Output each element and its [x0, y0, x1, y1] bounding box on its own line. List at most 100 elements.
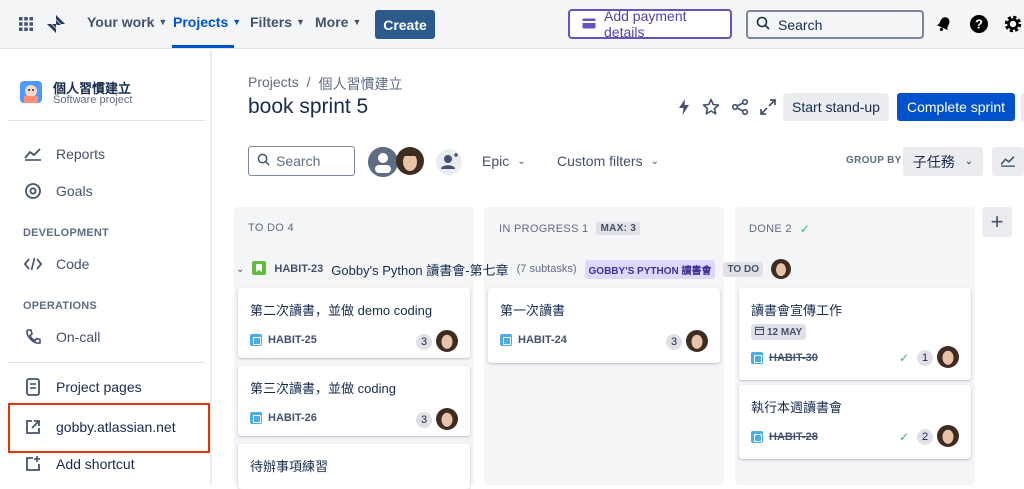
custom-filters-dropdown[interactable]: Custom filters ⌄: [557, 153, 659, 169]
avatar[interactable]: [937, 425, 959, 447]
due-date-text: 12 MAY: [767, 326, 803, 338]
chevron-down-icon: ⌄: [517, 155, 526, 167]
swimlane-header[interactable]: ⌄ HABIT-23 Gobby's Python 讀書會-第七章 (7 sub…: [236, 258, 791, 280]
issue-card[interactable]: 第二次讀書，並做 demo coding HABIT-25 3: [238, 288, 470, 358]
card-key: HABIT-25: [250, 334, 317, 346]
avatar: [770, 259, 791, 279]
card-title: 執行本週讀書會: [751, 400, 843, 415]
sidebar-divider: [8, 120, 205, 121]
column-header-todo: TO DO 4: [248, 222, 294, 234]
help-icon[interactable]: ?: [967, 12, 991, 36]
epic-filter-dropdown[interactable]: Epic ⌄: [482, 153, 526, 169]
sidebar-item-reports[interactable]: Reports: [24, 145, 105, 163]
avatar[interactable]: [436, 408, 458, 430]
project-type: Software project: [53, 94, 133, 106]
subtask-icon: [751, 431, 763, 443]
swimlane-key[interactable]: HABIT-23: [274, 263, 323, 275]
search-icon: [756, 16, 770, 33]
search-icon: [257, 153, 270, 169]
notifications-icon[interactable]: [932, 12, 956, 36]
sidebar-item-label: Add shortcut: [56, 456, 135, 472]
breadcrumb-project[interactable]: 個人習慣建立: [318, 74, 402, 94]
column-title: DONE 2: [749, 223, 792, 235]
story-points-badge: 2: [917, 429, 933, 445]
share-icon[interactable]: [730, 97, 750, 117]
jira-logo-icon[interactable]: [44, 12, 68, 36]
sidebar-item-add-shortcut[interactable]: Add shortcut: [24, 455, 135, 473]
column-header-done: DONE 2 ✓: [749, 222, 810, 236]
complete-sprint-button[interactable]: Complete sprint: [897, 93, 1015, 121]
global-search-placeholder: Search: [778, 16, 823, 33]
nav-projects[interactable]: Projects ▼: [173, 14, 241, 30]
subtask-icon: [250, 412, 262, 424]
avatar[interactable]: [436, 330, 458, 352]
fullscreen-icon[interactable]: [758, 97, 778, 117]
issue-card[interactable]: 讀書會宣傳工作 12 MAY HABIT-30 ✓ 1: [739, 288, 971, 380]
card-title: 第二次讀書，並做 demo coding: [250, 303, 433, 318]
card-title: 讀書會宣傳工作: [751, 303, 843, 318]
create-button[interactable]: Create: [375, 10, 435, 39]
plus-icon: +: [990, 209, 1004, 234]
avatar[interactable]: [937, 346, 959, 368]
unassigned-avatar[interactable]: [368, 147, 398, 177]
issue-card[interactable]: 第三次讀書，並做 coding HABIT-26 3: [238, 366, 470, 436]
insights-button[interactable]: [992, 147, 1024, 176]
add-column-button[interactable]: +: [982, 207, 1012, 237]
board-search-input[interactable]: Search: [248, 146, 355, 176]
subtask-icon: [250, 334, 262, 346]
automation-lightning-icon[interactable]: [674, 97, 694, 117]
add-payment-button[interactable]: Add payment details: [568, 8, 732, 40]
chevron-down-icon[interactable]: ⌄: [236, 264, 244, 275]
breadcrumb-projects[interactable]: Projects: [248, 74, 299, 94]
sidebar-item-project-pages[interactable]: Project pages: [24, 378, 142, 396]
check-icon: ✓: [899, 430, 910, 444]
nav-your-work[interactable]: Your work ▼: [87, 14, 167, 30]
sidebar-divider: [8, 362, 205, 363]
story-points-badge: 3: [416, 412, 432, 428]
sidebar-item-code[interactable]: Code: [24, 255, 89, 273]
sidebar-item-label: Goals: [56, 183, 93, 199]
add-person-icon: [436, 153, 462, 175]
chevron-down-icon: ▼: [232, 17, 242, 27]
start-standup-button[interactable]: Start stand-up: [783, 93, 889, 121]
settings-gear-icon[interactable]: [1001, 12, 1024, 36]
story-icon: [252, 260, 267, 278]
group-by-value: 子任務: [912, 153, 955, 170]
nav-more[interactable]: More ▼: [315, 14, 361, 30]
project-avatar: [20, 81, 42, 103]
nav-filters[interactable]: Filters ▼: [250, 14, 305, 30]
subtask-icon: [500, 334, 512, 346]
add-shortcut-icon: [24, 455, 42, 473]
due-date-badge: 12 MAY: [751, 324, 807, 340]
development-heading: DEVELOPMENT: [23, 227, 109, 239]
app-switcher-icon[interactable]: [14, 12, 38, 36]
document-icon: [24, 378, 42, 396]
column-header-in-progress: IN PROGRESS 1 MAX: 3: [499, 222, 641, 235]
check-icon: ✓: [799, 222, 811, 236]
breadcrumb-separator: /: [306, 74, 311, 90]
card-title: 第一次讀書: [500, 303, 566, 318]
breadcrumb: Projects / 個人習慣建立: [248, 74, 402, 94]
board-search-placeholder: Search: [276, 153, 321, 169]
swimlane-title: Gobby's Python 讀書會-第七章: [331, 262, 509, 278]
issue-card[interactable]: 第一次讀書 HABIT-24 3: [488, 288, 720, 363]
global-search-input[interactable]: Search: [746, 10, 924, 39]
user-avatar[interactable]: [396, 147, 424, 175]
card-key: HABIT-28: [751, 431, 818, 443]
star-icon[interactable]: [701, 97, 721, 117]
wip-limit-badge: MAX: 3: [596, 222, 641, 235]
sidebar-item-on-call[interactable]: On-call: [24, 328, 100, 346]
sidebar-item-goals[interactable]: Goals: [24, 182, 93, 200]
issue-card[interactable]: 執行本週讀書會 HABIT-28 ✓ 2: [739, 385, 971, 459]
avatar[interactable]: [686, 330, 708, 352]
add-people-button[interactable]: [436, 149, 462, 175]
sidebar-item-external-link[interactable]: gobby.atlassian.net: [24, 418, 176, 436]
group-by-label: GROUP BY: [846, 155, 902, 166]
story-points-badge: 3: [666, 334, 682, 350]
sidebar-item-label: Code: [56, 256, 90, 272]
issue-card[interactable]: 待辦事項練習: [238, 444, 470, 489]
svg-text:?: ?: [975, 17, 983, 32]
card-key: HABIT-30: [751, 352, 818, 364]
card-key: HABIT-24: [500, 334, 567, 346]
group-by-select[interactable]: 子任務 ⌄: [903, 147, 983, 176]
